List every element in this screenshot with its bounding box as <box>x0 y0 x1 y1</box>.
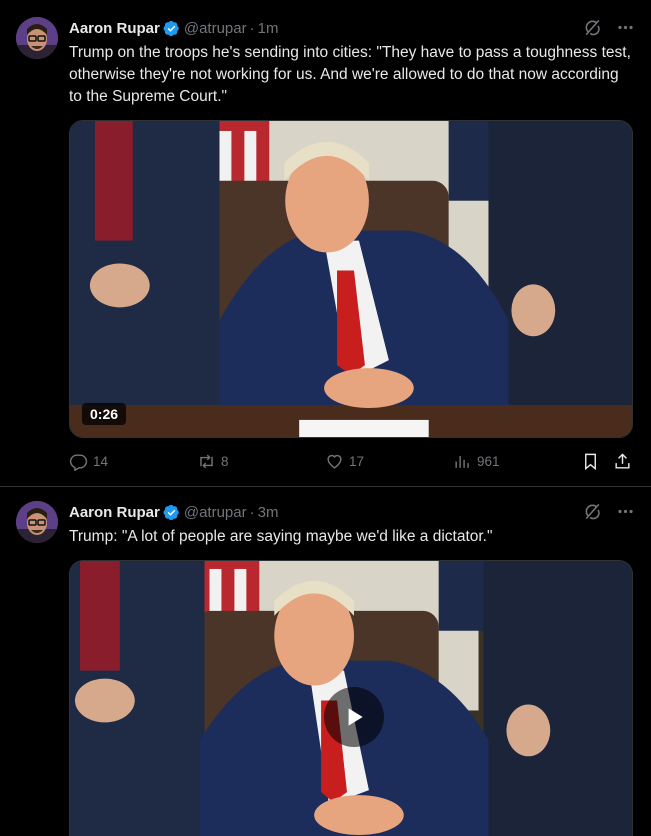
repost-button[interactable]: 8 <box>197 452 229 471</box>
reply-icon <box>69 452 88 471</box>
views-count: 961 <box>477 454 500 469</box>
separator-dot: · <box>249 503 255 521</box>
more-icon[interactable] <box>616 502 635 521</box>
tweet-header: Aaron Rupar @atrupar · 1m <box>69 18 635 38</box>
separator-dot: · <box>249 19 255 37</box>
bookmark-icon <box>581 452 600 471</box>
author-handle[interactable]: @atrupar <box>184 504 247 521</box>
play-icon <box>348 708 363 726</box>
grok-icon[interactable] <box>583 502 602 521</box>
tweet-header: Aaron Rupar @atrupar · 3m <box>69 502 635 522</box>
tweet-text: Trump on the troops he's sending into ci… <box>69 44 631 105</box>
video-player[interactable]: 0:26 <box>69 120 633 438</box>
reply-count: 14 <box>93 454 109 469</box>
tweet[interactable]: Aaron Rupar @atrupar · 1m Trump on the t… <box>0 0 651 487</box>
like-count: 17 <box>349 454 365 469</box>
action-bar: 14 8 17 961 <box>69 452 635 474</box>
verified-badge-icon <box>163 20 180 37</box>
video-duration: 0:26 <box>82 403 127 425</box>
author-handle[interactable]: @atrupar <box>184 20 247 37</box>
video-player[interactable] <box>69 560 633 836</box>
reply-button[interactable]: 14 <box>69 452 108 471</box>
verified-badge-icon <box>163 504 180 521</box>
timestamp[interactable]: 3m <box>258 504 279 521</box>
like-icon <box>325 452 344 471</box>
repost-count: 8 <box>221 454 229 469</box>
share-icon <box>613 452 632 471</box>
avatar[interactable] <box>16 17 58 59</box>
views-button[interactable]: 961 <box>453 452 500 471</box>
author-name[interactable]: Aaron Rupar <box>69 20 160 37</box>
views-icon <box>453 452 472 471</box>
repost-icon <box>197 452 216 471</box>
tweet[interactable]: Aaron Rupar @atrupar · 3m Trump: "A lot … <box>0 487 651 836</box>
author-name[interactable]: Aaron Rupar <box>69 504 160 521</box>
like-button[interactable]: 17 <box>325 452 364 471</box>
grok-icon[interactable] <box>583 18 602 37</box>
video-thumbnail <box>70 121 632 437</box>
avatar[interactable] <box>16 501 58 543</box>
bookmark-button[interactable] <box>581 452 600 471</box>
tweet-text: Trump: "A lot of people are saying maybe… <box>69 528 493 545</box>
share-button[interactable] <box>613 452 632 471</box>
timestamp[interactable]: 1m <box>258 20 279 37</box>
more-icon[interactable] <box>616 18 635 37</box>
play-button[interactable] <box>324 687 384 747</box>
